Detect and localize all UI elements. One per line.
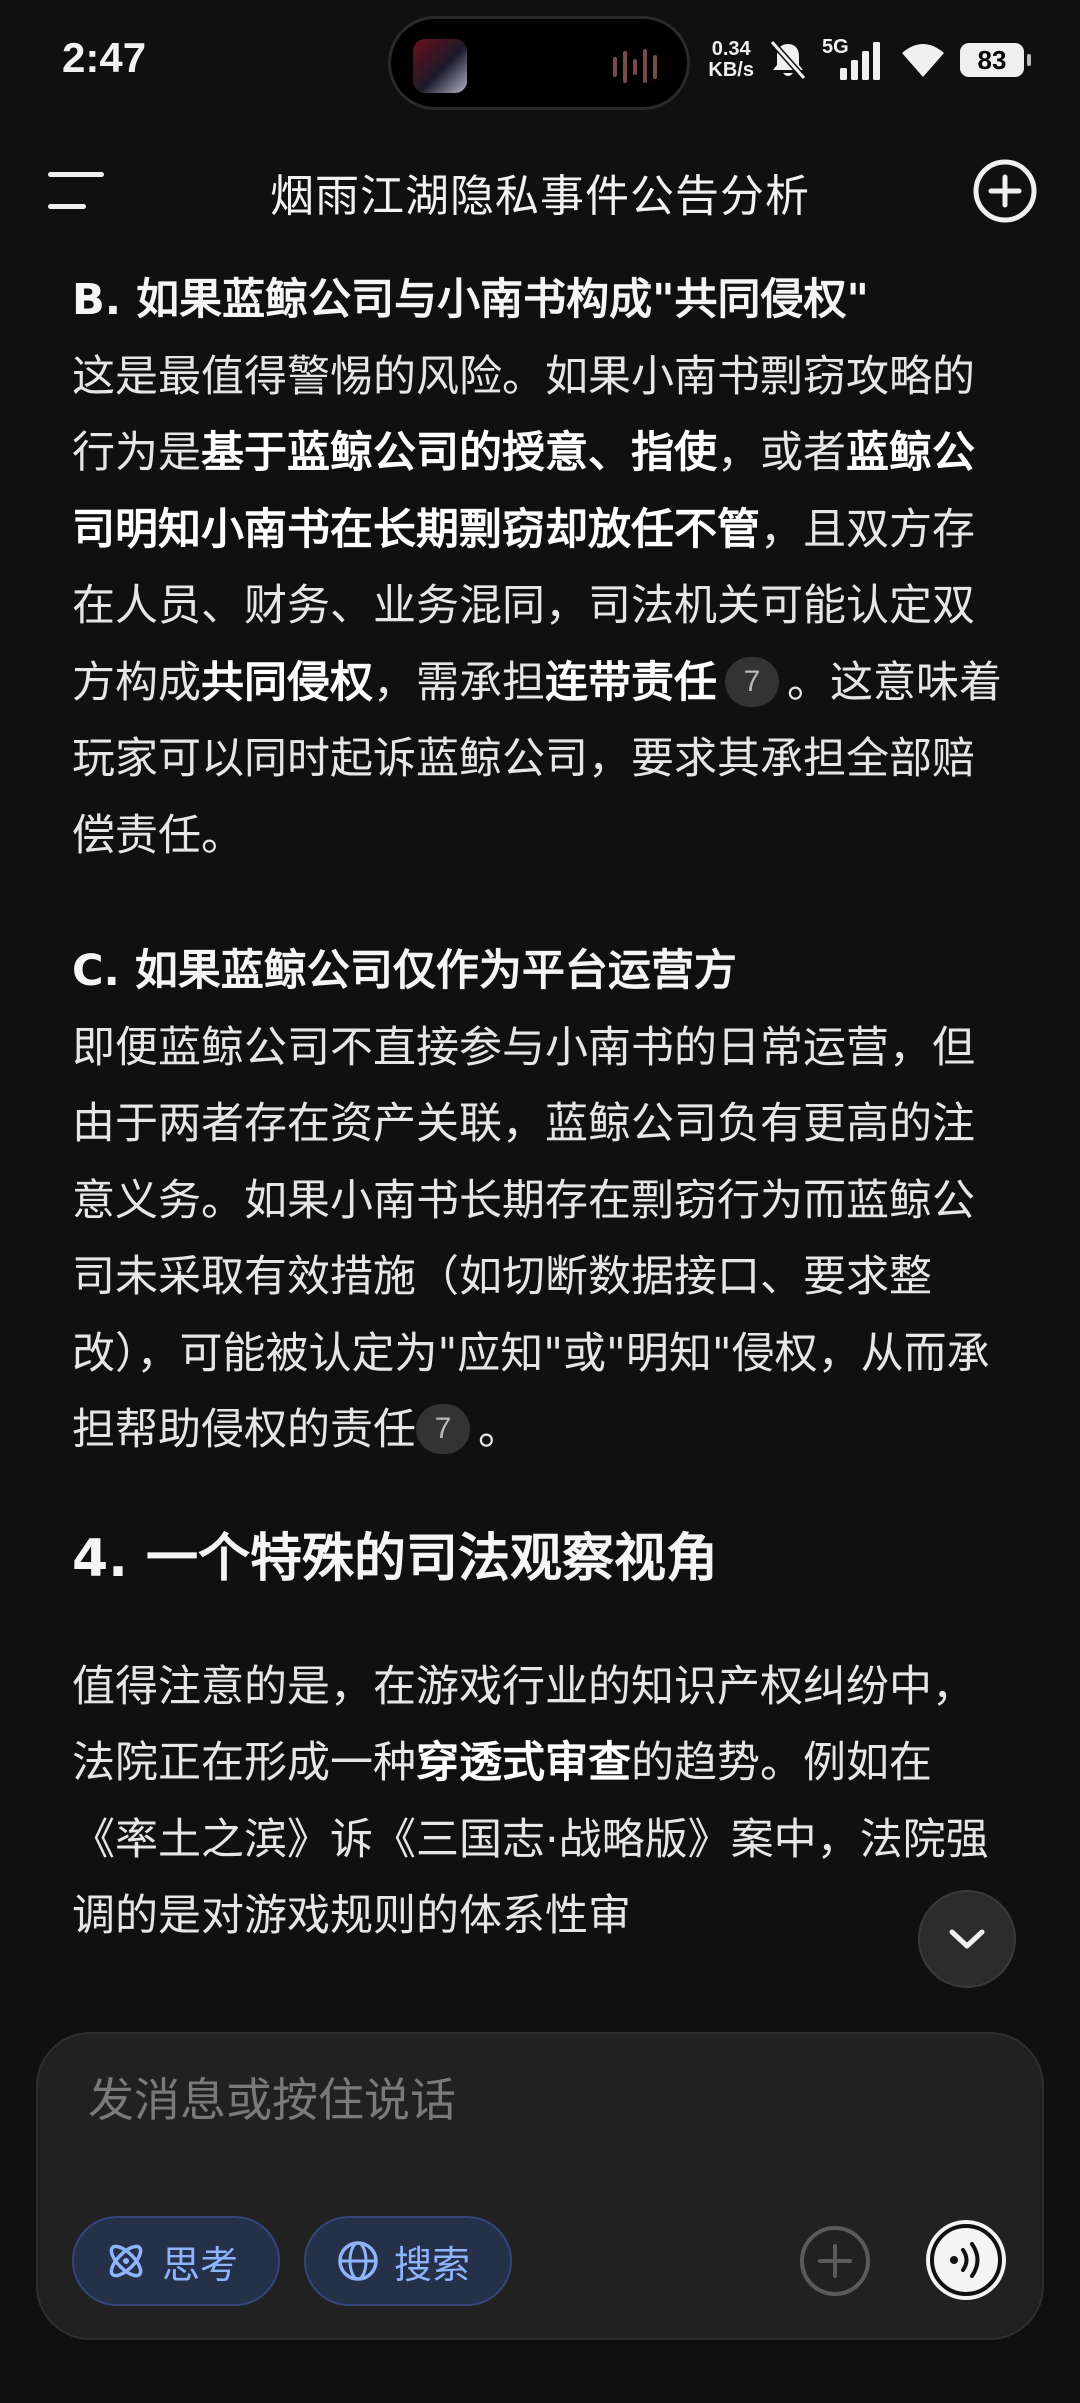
section-b-heading: B. 如果蓝鲸公司与小南书构成"共同侵权" [72, 275, 869, 325]
section-4-heading: 4. 一个特殊的司法观察视角 [72, 1528, 719, 1589]
status-time: 2:47 [62, 34, 147, 81]
voice-call-button[interactable] [926, 2220, 1006, 2300]
status-bar: 2:47 0.34 KB/s 5G 83 [0, 0, 1080, 120]
now-playing-album-art [413, 39, 467, 93]
think-toggle-button[interactable]: 思考 [72, 2216, 280, 2306]
think-label: 思考 [162, 2242, 239, 2287]
message-composer: 思考 搜索 [36, 2032, 1044, 2340]
search-toggle-button[interactable]: 搜索 [304, 2216, 512, 2306]
battery-indicator: 83 [960, 43, 1031, 77]
atom-icon [109, 2244, 143, 2278]
assistant-message: B. 如果蓝鲸公司与小南书构成"共同侵权" 这是最值得警惕的风险。如果小南书剽窃… [72, 262, 1012, 1955]
menu-icon[interactable] [48, 170, 104, 210]
status-icons: 0.34 KB/s 5G 83 [708, 32, 1031, 88]
network-speed: 0.34 KB/s [708, 38, 754, 81]
search-label: 搜索 [394, 2242, 471, 2287]
voice-wave-icon [930, 2224, 1002, 2296]
citation-badge[interactable]: 7 [416, 1404, 470, 1455]
message-input[interactable] [86, 2064, 990, 2136]
citation-badge[interactable]: 7 [725, 656, 779, 707]
chat-header: 烟雨江湖隐私事件公告分析 [0, 140, 1080, 240]
add-attachment-icon[interactable] [798, 2224, 872, 2298]
audio-waveform-icon [613, 49, 657, 83]
section-4-paragraph: 值得注意的是，在游戏行业的知识产权纠纷中，法院正在形成一种穿透式审查的趋势。例如… [72, 1661, 989, 1942]
section-b-paragraph: 这是最值得警惕的风险。如果小南书剽窃攻略的行为是基于蓝鲸公司的授意、指使，或者蓝… [72, 351, 1002, 861]
globe-icon [338, 2241, 378, 2281]
section-c-paragraph: 即便蓝鲸公司不直接参与小南书的日常运营，但由于两者存在资产关联，蓝鲸公司负有更高… [72, 1022, 990, 1456]
scroll-to-bottom-button[interactable] [918, 1890, 1016, 1988]
dynamic-island[interactable] [388, 16, 690, 110]
wifi-icon [902, 44, 944, 77]
section-c-heading: C. 如果蓝鲸公司仅作为平台运营方 [72, 946, 737, 996]
cellular-signal-icon: 5G [822, 36, 886, 82]
mute-bell-icon [769, 40, 807, 80]
page-title: 烟雨江湖隐私事件公告分析 [270, 171, 810, 222]
chevron-down-icon [949, 1929, 985, 1949]
new-chat-icon[interactable] [972, 158, 1038, 224]
